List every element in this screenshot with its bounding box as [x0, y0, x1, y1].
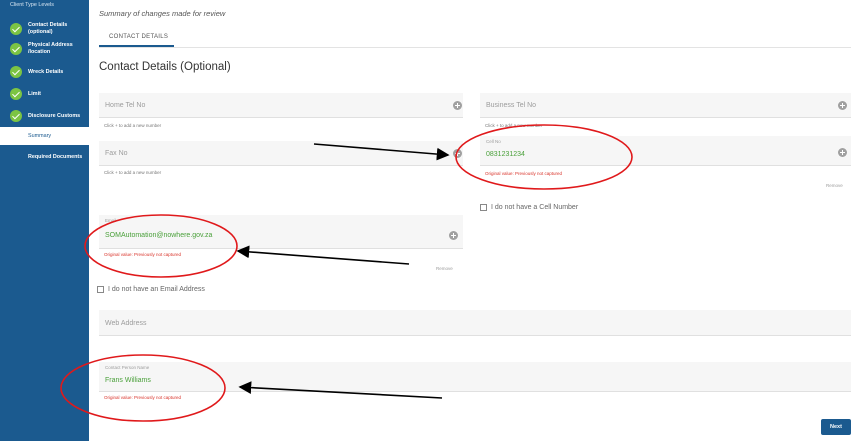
- checkbox-label: I do not have an Email Address: [108, 286, 205, 293]
- field-label: Home Tel No: [105, 102, 146, 109]
- sidebar-item-sublabel: /location: [28, 48, 51, 55]
- field-value: SOMAutomation@nowhere.gov.za: [105, 232, 213, 239]
- sidebar-top-label: Client Type Levels: [10, 2, 54, 8]
- section-title: Contact Details (Optional): [99, 61, 231, 73]
- next-button[interactable]: Next: [821, 419, 851, 435]
- check-icon: [10, 66, 22, 78]
- arrow-icon: [236, 245, 410, 265]
- original-value-note: Original value: Previously not captured: [485, 171, 563, 176]
- page-subtitle: Summary of changes made for review: [99, 9, 226, 18]
- sidebar-item-required-documents[interactable]: Required Documents: [28, 154, 82, 160]
- field-value: 0831231234: [486, 151, 525, 158]
- original-value-note: Original value: Previously not captured: [104, 252, 182, 257]
- field-hint: Click + to add a new number: [104, 123, 162, 128]
- sidebar-item-summary[interactable]: Summary: [0, 127, 89, 145]
- contact-person-field[interactable]: Contact Person Name Frans Williams: [99, 362, 851, 392]
- no-cell-checkbox[interactable]: [480, 204, 487, 211]
- web-address-field[interactable]: Web Address: [99, 310, 851, 336]
- add-icon[interactable]: [838, 148, 847, 157]
- add-icon[interactable]: [453, 149, 462, 158]
- field-label: Cell No: [486, 139, 501, 144]
- sidebar: Client Type Levels Contact Details (opti…: [0, 0, 89, 441]
- field-hint: Click + to add a new number: [485, 123, 543, 128]
- remove-link[interactable]: Remove: [436, 266, 453, 271]
- business-tel-field[interactable]: Business Tel No: [480, 93, 851, 118]
- fax-field[interactable]: Fax No: [99, 141, 463, 166]
- email-field[interactable]: Email SOMAutomation@nowhere.gov.za: [99, 215, 463, 249]
- sidebar-item-label: Wreck Details: [28, 69, 64, 75]
- original-value-note: Original value: Previously not captured: [104, 395, 182, 400]
- sidebar-item-label: Limit: [28, 91, 41, 97]
- tab-divider: [99, 47, 851, 48]
- check-icon: [10, 23, 22, 35]
- check-icon: [10, 110, 22, 122]
- home-tel-field[interactable]: Home Tel No: [99, 93, 463, 118]
- add-icon[interactable]: [838, 101, 847, 110]
- field-label: Contact Person Name: [105, 365, 150, 370]
- field-label: Web Address: [105, 320, 147, 327]
- cell-field[interactable]: Cell No 0831231234: [480, 136, 851, 166]
- field-label: Fax No: [105, 150, 128, 157]
- remove-link[interactable]: Remove: [826, 183, 843, 188]
- sidebar-item-label: Disclosure Customs: [28, 113, 81, 119]
- field-value: Frans Williams: [105, 377, 151, 384]
- no-email-checkbox-row[interactable]: I do not have an Email Address: [97, 286, 205, 293]
- field-label: Email: [105, 218, 117, 223]
- sidebar-item-label: Summary: [28, 133, 52, 139]
- field-label: Business Tel No: [486, 102, 537, 109]
- no-cell-checkbox-row[interactable]: I do not have a Cell Number: [480, 204, 578, 211]
- add-icon[interactable]: [453, 101, 462, 110]
- checkbox-label: I do not have a Cell Number: [491, 204, 579, 211]
- tab-label: CONTACT DETAILS: [109, 34, 169, 40]
- check-icon: [10, 43, 22, 55]
- check-icon: [10, 88, 22, 100]
- no-email-checkbox[interactable]: [97, 286, 104, 293]
- add-icon[interactable]: [449, 231, 458, 240]
- tab-contact-details[interactable]: CONTACT DETAILS: [99, 26, 174, 47]
- sidebar-item-label: Physical Address: [28, 42, 73, 48]
- sidebar-item-sublabel: (optional): [28, 28, 53, 35]
- field-hint: Click + to add a new number: [104, 170, 162, 175]
- sidebar-item-label: Contact Details: [28, 22, 68, 28]
